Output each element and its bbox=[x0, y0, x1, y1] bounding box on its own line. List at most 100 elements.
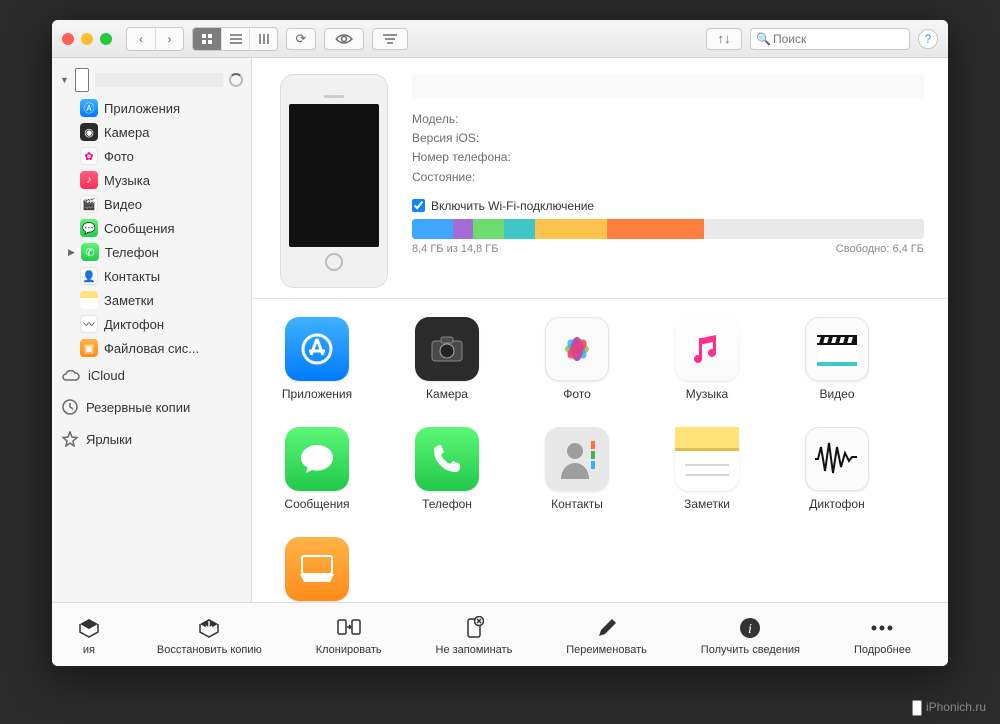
quicklook-button[interactable] bbox=[324, 28, 364, 50]
sort-button[interactable] bbox=[372, 28, 408, 50]
sidebar-item-video[interactable]: 🎬 Видео bbox=[62, 192, 251, 216]
tile-music[interactable]: Музыка bbox=[666, 317, 748, 401]
pencil-icon bbox=[593, 614, 621, 642]
section-backups[interactable]: Резервные копии bbox=[52, 391, 251, 423]
action-label: ия bbox=[83, 644, 95, 656]
tile-contacts[interactable]: Контакты bbox=[536, 427, 618, 511]
voice-memo-icon bbox=[805, 427, 869, 491]
sidebar-item-music[interactable]: ♪ Музыка bbox=[62, 168, 251, 192]
tile-camera[interactable]: Камера bbox=[406, 317, 488, 401]
tile-apps[interactable]: Приложения bbox=[276, 317, 358, 401]
action-label: Переименовать bbox=[566, 644, 647, 656]
main-pane: Модель: Версия iOS: Номер телефона: Сост… bbox=[252, 58, 948, 602]
appstore-icon: Ⓐ bbox=[80, 99, 98, 117]
device-image bbox=[280, 74, 388, 288]
tile-label: Фото bbox=[563, 387, 591, 401]
filesystem-icon bbox=[285, 537, 349, 601]
view-segment bbox=[192, 27, 278, 51]
label-phone: Номер телефона: bbox=[412, 148, 532, 167]
label-state: Состояние: bbox=[412, 168, 532, 187]
section-icloud[interactable]: iCloud bbox=[52, 360, 251, 391]
info-icon: i bbox=[736, 614, 764, 642]
storage-free: Свободно: 6,4 ГБ bbox=[836, 243, 924, 255]
action-rename[interactable]: Переименовать bbox=[566, 614, 647, 656]
sidebar-item-label: Видео bbox=[104, 197, 142, 212]
tile-notes[interactable]: Заметки bbox=[666, 427, 748, 511]
action-get-info[interactable]: i Получить сведения bbox=[701, 614, 800, 656]
photos-icon bbox=[545, 317, 609, 381]
device-tree: ⒶПриложения ◉Камера ✿Фото ♪ Музыка 🎬 Видео… bbox=[62, 96, 251, 360]
refresh-button[interactable]: ⟳ bbox=[286, 28, 316, 50]
wifi-checkbox[interactable] bbox=[412, 199, 425, 212]
window-controls bbox=[62, 33, 112, 45]
messages-icon bbox=[285, 427, 349, 491]
phone-icon bbox=[75, 68, 89, 92]
view-columns[interactable] bbox=[249, 28, 277, 50]
app-window: ‹ › ⟳ ↑↓ 🔍 ? bbox=[52, 20, 948, 666]
tile-photos[interactable]: Фото bbox=[536, 317, 618, 401]
video-icon bbox=[805, 317, 869, 381]
transfer-button[interactable]: ↑↓ bbox=[706, 28, 742, 50]
close-button[interactable] bbox=[62, 33, 74, 45]
device-row[interactable]: ▼ bbox=[52, 64, 251, 96]
sidebar-item-label: Телефон bbox=[105, 245, 159, 260]
action-more[interactable]: Подробнее bbox=[854, 614, 911, 656]
filesystem-icon: ▣ bbox=[80, 339, 98, 357]
section-bookmarks[interactable]: Ярлыки bbox=[52, 423, 251, 455]
watermark: iPhonich.ru bbox=[912, 700, 986, 716]
forward-button[interactable]: › bbox=[155, 28, 183, 50]
section-label: iCloud bbox=[88, 368, 125, 383]
section-label: Ярлыки bbox=[86, 432, 132, 447]
messages-icon: 💬 bbox=[80, 219, 98, 237]
minimize-button[interactable] bbox=[81, 33, 93, 45]
tile-label: Приложения bbox=[282, 387, 352, 401]
back-button[interactable]: ‹ bbox=[127, 28, 155, 50]
sidebar-item-filesystem[interactable]: ▣Файловая сис... bbox=[62, 336, 251, 360]
tile-filesystem[interactable]: Файловая сист bbox=[276, 537, 358, 602]
view-list[interactable] bbox=[221, 28, 249, 50]
zoom-button[interactable] bbox=[100, 33, 112, 45]
tile-video[interactable]: Видео bbox=[796, 317, 878, 401]
sidebar-item-label: Музыка bbox=[104, 173, 150, 188]
device-name bbox=[95, 73, 223, 87]
loading-spinner-icon bbox=[229, 73, 243, 87]
sidebar-item-photos[interactable]: ✿Фото bbox=[62, 144, 251, 168]
sidebar-item-contacts[interactable]: 👤Контакты bbox=[62, 264, 251, 288]
bottom-toolbar: ия Восстановить копию Клонировать Не зап… bbox=[52, 602, 948, 666]
device-title bbox=[412, 74, 924, 98]
action-no-remember[interactable]: Не запоминать bbox=[436, 614, 513, 656]
action-restore-backup-cut[interactable]: ия bbox=[75, 614, 103, 656]
sidebar-item-apps[interactable]: ⒶПриложения bbox=[62, 96, 251, 120]
action-restore-copy[interactable]: Восстановить копию bbox=[157, 614, 262, 656]
sidebar-item-notes[interactable]: Заметки bbox=[62, 288, 251, 312]
sidebar-item-label: Сообщения bbox=[104, 221, 175, 236]
help-button[interactable]: ? bbox=[918, 29, 938, 49]
sidebar-item-label: Контакты bbox=[104, 269, 160, 284]
contacts-icon bbox=[545, 427, 609, 491]
view-icon-grid[interactable] bbox=[193, 28, 221, 50]
tile-voice[interactable]: Диктофон bbox=[796, 427, 878, 511]
storage-bar bbox=[412, 219, 924, 239]
titlebar: ‹ › ⟳ ↑↓ 🔍 ? bbox=[52, 20, 948, 58]
no-remember-icon bbox=[460, 614, 488, 642]
action-label: Получить сведения bbox=[701, 644, 800, 656]
storage-used: 8,4 ГБ из 14,8 ГБ bbox=[412, 243, 498, 255]
tile-label: Видео bbox=[819, 387, 854, 401]
tile-phone[interactable]: Телефон bbox=[406, 427, 488, 511]
camera-icon bbox=[415, 317, 479, 381]
action-clone[interactable]: Клонировать bbox=[316, 614, 382, 656]
search-input[interactable] bbox=[750, 28, 910, 50]
svg-text:i: i bbox=[748, 622, 752, 637]
photos-icon: ✿ bbox=[80, 147, 98, 165]
video-icon: 🎬 bbox=[80, 195, 98, 213]
sidebar-item-camera[interactable]: ◉Камера bbox=[62, 120, 251, 144]
tile-label: Заметки bbox=[684, 497, 730, 511]
music-icon: ♪ bbox=[80, 171, 98, 189]
sidebar-item-voice[interactable]: 〰Диктофон bbox=[62, 312, 251, 336]
more-icon bbox=[868, 614, 896, 642]
sidebar-item-phone[interactable]: ▶✆Телефон bbox=[62, 240, 251, 264]
action-label: Восстановить копию bbox=[157, 644, 262, 656]
notes-icon bbox=[675, 427, 739, 491]
sidebar-item-messages[interactable]: 💬 Сообщения bbox=[62, 216, 251, 240]
tile-messages[interactable]: Сообщения bbox=[276, 427, 358, 511]
